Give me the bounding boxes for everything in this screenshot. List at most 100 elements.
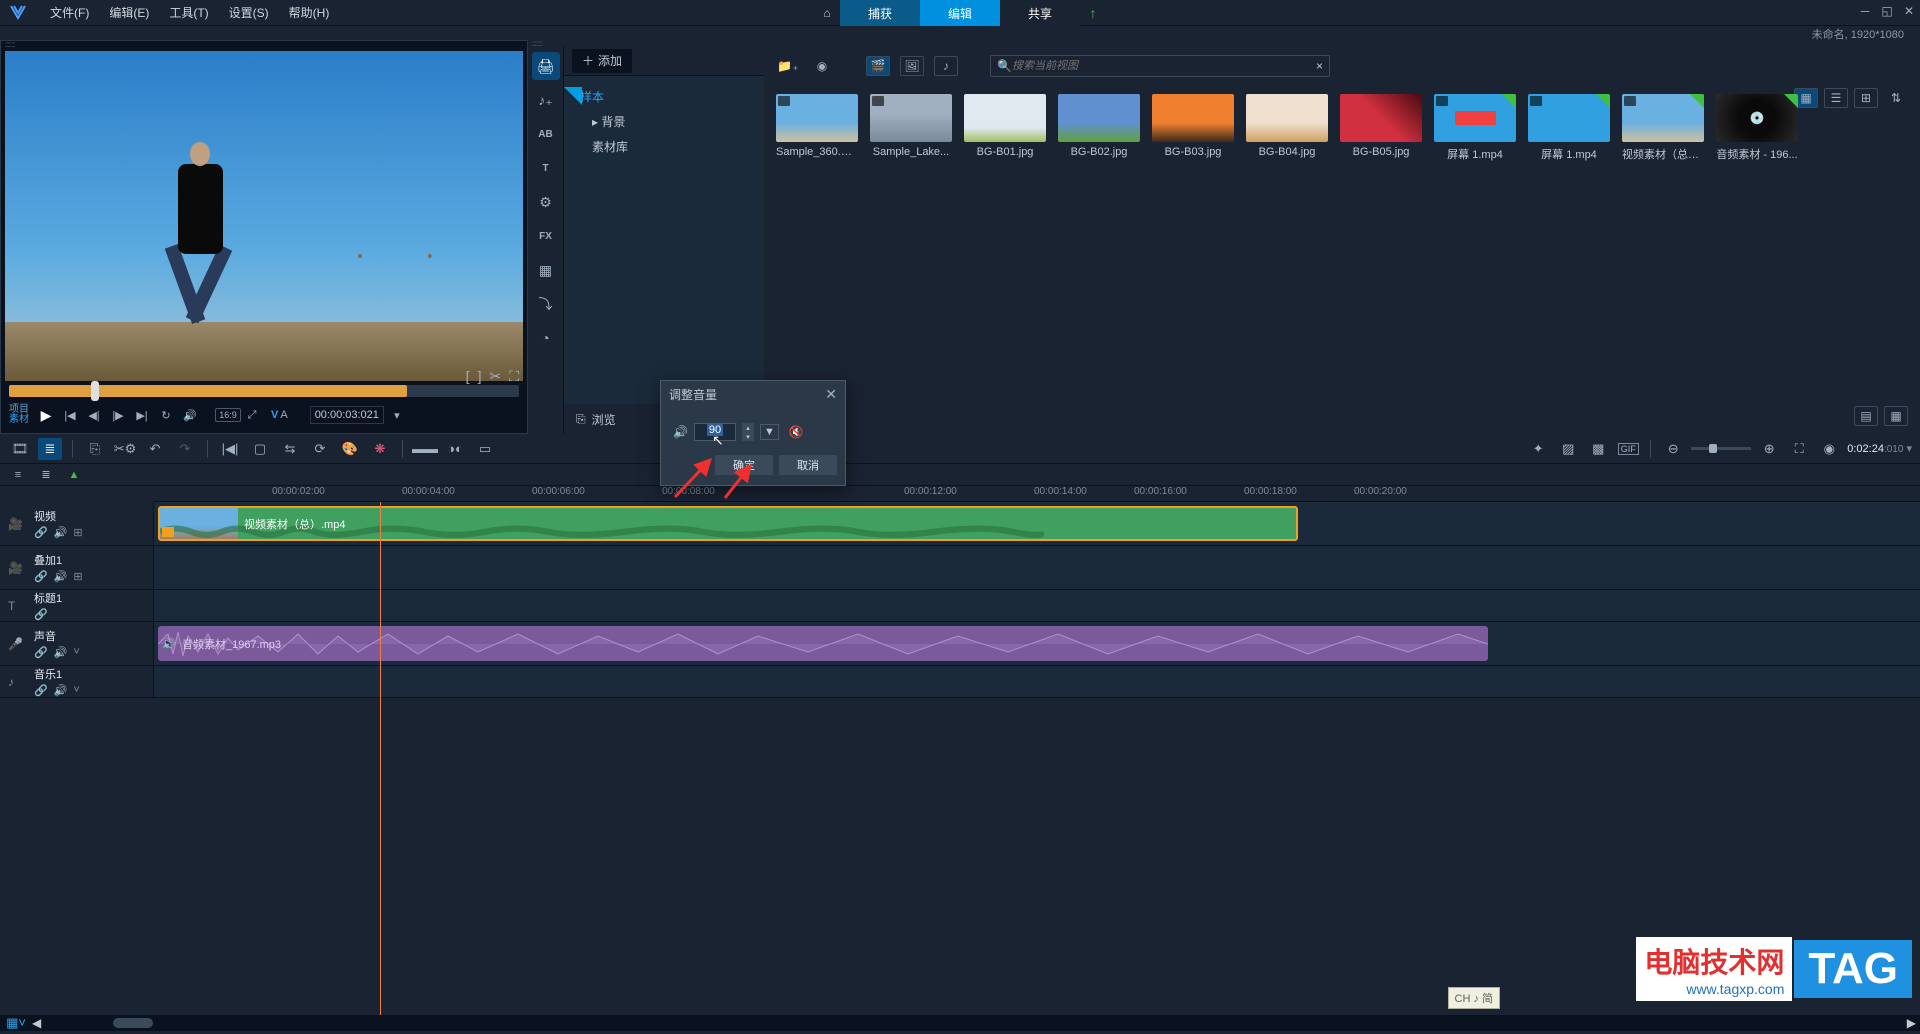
lock-icon[interactable]: ⊞ bbox=[73, 526, 82, 539]
preview-viewport[interactable] bbox=[5, 51, 523, 381]
settings-tool-icon[interactable]: ⚙ bbox=[532, 188, 560, 216]
menu-help[interactable]: 帮助(H) bbox=[279, 4, 340, 21]
volume-input[interactable]: 90 bbox=[694, 423, 736, 441]
tree-item-background[interactable]: ▸ 背景 bbox=[564, 109, 764, 134]
cut-icon[interactable]: ✂ bbox=[489, 368, 501, 385]
preview-mode-toggle[interactable]: 项目 素材 bbox=[9, 405, 29, 425]
goto-end-icon[interactable]: ▶| bbox=[131, 404, 153, 426]
media-item[interactable]: 💿音频素材 - 196... bbox=[1716, 94, 1798, 162]
play-button[interactable]: ▶ bbox=[35, 404, 57, 426]
voice-track-icon[interactable]: 🎤 bbox=[8, 637, 26, 651]
cancel-button[interactable]: 取消 bbox=[779, 455, 837, 475]
search-clear-icon[interactable]: × bbox=[1316, 59, 1323, 73]
filter-audio-icon[interactable]: ♪ bbox=[934, 56, 958, 76]
link-icon[interactable]: 🔗 bbox=[34, 526, 48, 539]
media-item[interactable]: 视频素材（总）... bbox=[1622, 94, 1704, 162]
crop-icon[interactable]: ▢ bbox=[248, 438, 272, 460]
loop-icon[interactable]: ↻ bbox=[155, 404, 177, 426]
filter-tool-icon[interactable]: ▦ bbox=[532, 256, 560, 284]
lock-icon[interactable]: ⊞ bbox=[73, 570, 82, 583]
mute-icon[interactable]: 🔊 bbox=[54, 646, 68, 659]
playhead[interactable] bbox=[380, 502, 381, 1015]
paste-icon[interactable]: ✂⚙ bbox=[113, 438, 137, 460]
overlap-icon[interactable]: ◑◐ bbox=[443, 438, 467, 460]
preview-scrub-bar[interactable] bbox=[9, 385, 519, 397]
track-opt-add[interactable]: ▲ bbox=[64, 467, 84, 483]
tab-capture[interactable]: 捕获 bbox=[840, 0, 920, 26]
title-track-icon[interactable]: T bbox=[8, 599, 26, 613]
mute-icon[interactable]: 🔊 bbox=[54, 570, 68, 583]
track-fx1-icon[interactable]: ✦ bbox=[1526, 438, 1550, 460]
tree-item-material-lib[interactable]: 素材库 bbox=[564, 134, 764, 159]
timecode-spinner[interactable]: ▾ bbox=[386, 404, 408, 426]
link-icon[interactable]: 🔗 bbox=[34, 684, 48, 697]
track-content[interactable] bbox=[154, 666, 1920, 697]
video-clip[interactable]: 视频素材（总）.mp4 bbox=[158, 506, 1298, 541]
media-item[interactable]: 屏幕 1.mp4 bbox=[1528, 94, 1610, 162]
next-frame-icon[interactable]: |▶ bbox=[107, 404, 129, 426]
media-item[interactable]: BG-B05.jpg bbox=[1340, 94, 1422, 162]
menu-tools[interactable]: 工具(T) bbox=[159, 4, 218, 21]
media-tool-icon[interactable]: 🖨 bbox=[532, 52, 560, 80]
tracking-tool-icon[interactable]: ◔ bbox=[532, 324, 560, 352]
timeline-scrollbar[interactable]: ▦˅ ◀ ▶ bbox=[0, 1015, 1920, 1031]
link-icon[interactable]: 🔗 bbox=[34, 646, 48, 659]
lib-props-icon[interactable]: ▤ bbox=[1854, 406, 1878, 426]
video-track-icon[interactable]: 🎥 bbox=[8, 517, 26, 531]
volume-down-icon[interactable]: ▾ bbox=[742, 432, 754, 441]
lib-info-icon[interactable]: ▦ bbox=[1884, 406, 1908, 426]
storyboard-view-icon[interactable]: 🎞 bbox=[8, 438, 32, 460]
reverse-icon[interactable]: ⟳ bbox=[308, 438, 332, 460]
view-thumbs-icon[interactable]: ⊞ bbox=[1854, 88, 1878, 108]
tab-edit[interactable]: 编辑 bbox=[920, 0, 1000, 26]
audio-clip[interactable]: 🔊 音频素材_1967.mp3 bbox=[158, 626, 1488, 661]
export-arrow-icon[interactable]: ↑ bbox=[1080, 0, 1106, 26]
audio-tool-icon[interactable]: ♪₊ bbox=[532, 86, 560, 114]
preview-drag-handle[interactable]: :::::::: bbox=[1, 41, 527, 47]
expand-icon[interactable]: ˅ bbox=[73, 646, 79, 659]
filter-video-icon[interactable]: 🎬 bbox=[866, 56, 890, 76]
sort-icon[interactable]: ⇅ bbox=[1884, 88, 1908, 108]
volume-mute-icon[interactable]: 🔇 bbox=[789, 425, 804, 439]
maximize-icon[interactable]: ◱ bbox=[1880, 4, 1894, 18]
gif-icon[interactable]: GIF bbox=[1616, 438, 1640, 460]
motion-icon[interactable]: ❋ bbox=[368, 438, 392, 460]
media-item[interactable]: Sample_Lake... bbox=[870, 94, 952, 162]
volume-up-icon[interactable]: ▴ bbox=[742, 423, 754, 432]
aspect-ratio-button[interactable]: 16:9 bbox=[217, 404, 239, 426]
zoom-slider[interactable] bbox=[1691, 447, 1751, 450]
scroll-thumb[interactable] bbox=[113, 1018, 153, 1028]
search-input[interactable] bbox=[1012, 60, 1316, 72]
mute-icon[interactable]: 🔊 bbox=[54, 684, 68, 697]
volume-on-icon[interactable]: 🔊 bbox=[673, 425, 688, 439]
track-fx2-icon[interactable]: ▨ bbox=[1556, 438, 1580, 460]
zoom-in-icon[interactable]: ⊕ bbox=[1757, 438, 1781, 460]
volume-preset-icon[interactable]: ▼ bbox=[760, 424, 779, 440]
media-item[interactable]: BG-B04.jpg bbox=[1246, 94, 1328, 162]
scroll-right-icon[interactable]: ▶ bbox=[1907, 1016, 1916, 1030]
track-fx3-icon[interactable]: ▩ bbox=[1586, 438, 1610, 460]
copy-icon[interactable]: ⎘ bbox=[83, 438, 107, 460]
track-opt-1[interactable]: ≡ bbox=[8, 467, 28, 483]
browse-label[interactable]: 浏览 bbox=[592, 411, 616, 428]
trim-start-icon[interactable]: |◀| bbox=[218, 438, 242, 460]
scroll-left-icon[interactable]: ◀ bbox=[32, 1016, 41, 1030]
track-content[interactable] bbox=[154, 546, 1920, 589]
expand-icon[interactable]: ˅ bbox=[73, 684, 79, 697]
media-item[interactable]: BG-B01.jpg bbox=[964, 94, 1046, 162]
timeline-ruler[interactable]: 00:00:02:0000:00:04:0000:00:06:0000:00:0… bbox=[154, 486, 1920, 502]
zoom-clip-icon[interactable]: ◉ bbox=[1817, 438, 1841, 460]
track-content[interactable] bbox=[154, 590, 1920, 621]
library-search[interactable]: 🔍 × bbox=[990, 55, 1330, 77]
filter-image-icon[interactable]: 🖼 bbox=[900, 56, 924, 76]
mark-in-icon[interactable]: [ bbox=[466, 368, 470, 385]
toggle-a[interactable]: A bbox=[280, 409, 287, 421]
mute-icon[interactable]: 🔊 bbox=[54, 526, 68, 539]
media-item[interactable]: BG-B02.jpg bbox=[1058, 94, 1140, 162]
ok-button[interactable]: 确定 bbox=[715, 455, 773, 475]
path-tool-icon[interactable]: ⤵ bbox=[532, 290, 560, 318]
media-item[interactable]: Sample_360.m... bbox=[776, 94, 858, 162]
fx-tool-icon[interactable]: FX bbox=[532, 222, 560, 250]
media-item[interactable]: 屏幕 1.mp4 bbox=[1434, 94, 1516, 162]
goto-start-icon[interactable]: |◀ bbox=[59, 404, 81, 426]
